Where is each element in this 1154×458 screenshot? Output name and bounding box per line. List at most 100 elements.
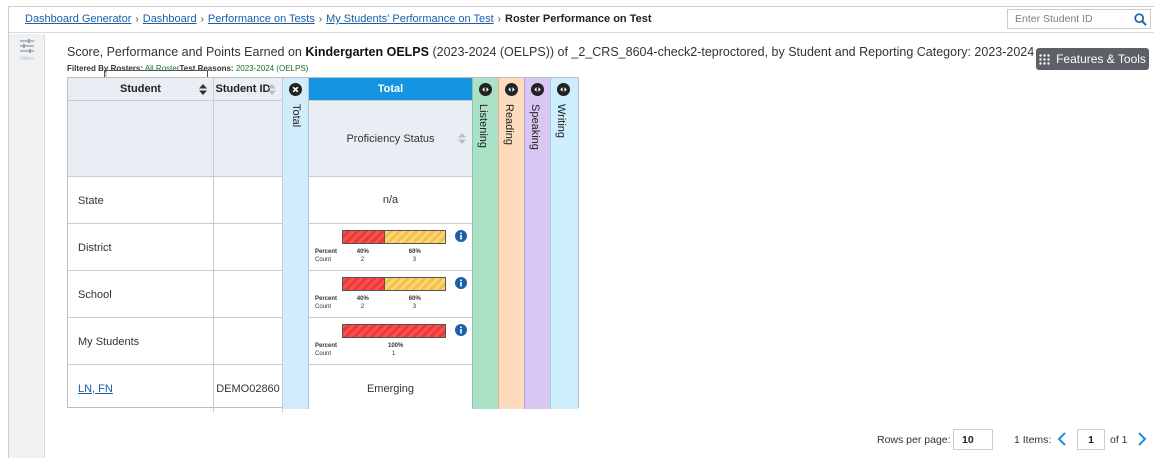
- features-tools-button[interactable]: Features & Tools: [1036, 48, 1149, 70]
- segment-percent: 40%: [356, 296, 369, 302]
- breadcrumb-dashboard-generator[interactable]: Dashboard Generator: [25, 13, 131, 25]
- proficiency-cell: Emerging: [309, 365, 472, 412]
- speaking-label: Speaking: [529, 104, 541, 150]
- row-student-id: [214, 318, 283, 365]
- bar-segment-level-1: [343, 231, 384, 243]
- filter-label: Filtered By: [67, 64, 109, 73]
- chevron-right-icon: ›: [318, 14, 323, 25]
- title-suffix: (2023-2024 (OELPS)) of _2_CRS_8604-check…: [428, 45, 1035, 59]
- rows-per-page-select[interactable]: 10: [953, 429, 993, 450]
- chevron-left-icon[interactable]: [1056, 431, 1068, 447]
- proficiency-status: Emerging: [366, 382, 415, 395]
- top-bar: Dashboard Generator › Dashboard › Performanc…: [9, 7, 1154, 33]
- segment-percent: 60%: [408, 296, 421, 302]
- expand-icon[interactable]: [557, 83, 570, 96]
- sort-icon[interactable]: [268, 84, 276, 95]
- proficiency-distribution-bar[interactable]: [342, 324, 446, 338]
- proficiency-cell: Percent Count 40% 2 60% 3: [309, 224, 472, 271]
- breadcrumb-my-students-performance[interactable]: My Students' Performance on Test: [326, 13, 494, 25]
- proficiency-distribution-bar[interactable]: [342, 277, 446, 291]
- proficiency-cell: n/a: [309, 177, 472, 224]
- table-row: State: [68, 177, 283, 224]
- column-writing: Writing: [550, 78, 578, 409]
- filters-button[interactable]: Filters: [13, 38, 41, 74]
- items-count: 1 Items:: [1014, 434, 1052, 446]
- breadcrumb: Dashboard Generator › Dashboard › Performanc…: [25, 13, 652, 25]
- chevron-right-icon[interactable]: [1136, 431, 1148, 447]
- listening-label: Listening: [477, 104, 489, 149]
- proficiency-status: n/a: [382, 194, 399, 206]
- info-icon[interactable]: [455, 324, 467, 336]
- bar-segment-level-1: [343, 325, 445, 337]
- bar-segment-level-2: [383, 278, 445, 290]
- column-header-total[interactable]: Total: [309, 78, 472, 101]
- segment-percent: 60%: [408, 249, 421, 255]
- filter-summary: Filtered By Rosters: All Roster | Test Rea…: [67, 64, 309, 84]
- row-name: State: [68, 177, 214, 224]
- segment-count: 2: [360, 257, 365, 263]
- expand-icon[interactable]: [479, 83, 492, 96]
- student-search: [1007, 9, 1151, 29]
- expand-icon[interactable]: [505, 83, 518, 96]
- row-name: My Students: [68, 318, 214, 365]
- sort-icon[interactable]: [458, 133, 466, 144]
- segment-count: 1: [392, 351, 396, 357]
- student-id-input[interactable]: [1008, 10, 1130, 28]
- chevron-right-icon: ›: [497, 14, 501, 25]
- breadcrumb-performance-on-tests[interactable]: Performance on Tests: [208, 13, 315, 25]
- filter-reasons-value: 2023-2024 (OELPS): [235, 64, 309, 73]
- filters-label: Filters: [20, 56, 34, 62]
- page-number-input[interactable]: 1: [1077, 429, 1105, 450]
- segment-count: 3: [412, 304, 417, 310]
- column-header-student-id[interactable]: Student ID: [214, 78, 283, 101]
- student-link[interactable]: LN, FN: [78, 383, 113, 395]
- breadcrumb-current: Roster Performance on Test: [505, 13, 652, 25]
- breadcrumb-dashboard[interactable]: Dashboard: [143, 13, 197, 25]
- chevron-right-icon: ›: [135, 14, 139, 25]
- percent-row-label: Percent: [315, 249, 338, 255]
- student-subheader: [68, 101, 214, 177]
- percent-row-label: Percent: [315, 343, 338, 349]
- chevron-right-icon: ›: [200, 14, 204, 25]
- row-name: School: [68, 271, 214, 318]
- sliders-icon: [20, 39, 34, 53]
- table-row: School: [68, 271, 283, 318]
- column-header-proficiency[interactable]: Proficiency Status: [309, 101, 472, 177]
- title-test-name: Kindergarten OELPS: [305, 45, 429, 59]
- writing-label: Writing: [555, 104, 567, 139]
- sort-icon[interactable]: [199, 84, 207, 95]
- segment-count: 3: [412, 257, 417, 263]
- grid-dots-icon: [1039, 53, 1050, 65]
- column-reading: Reading: [498, 78, 524, 409]
- student-id-subheader: [214, 101, 283, 177]
- segment-percent: 40%: [356, 249, 369, 255]
- row-student-id: [214, 177, 283, 224]
- proficiency-distribution-bar[interactable]: [342, 230, 446, 244]
- info-icon[interactable]: [455, 277, 467, 289]
- side-rail: Filters: [9, 34, 45, 458]
- expand-icon[interactable]: [531, 83, 544, 96]
- segment-count: 2: [360, 304, 365, 310]
- row-name: LN, FN: [68, 365, 214, 412]
- column-speaking: Speaking: [524, 78, 550, 409]
- total-vertical-label: Total: [290, 104, 302, 128]
- row-student-id: [214, 271, 283, 318]
- bar-segment-level-1: [343, 278, 384, 290]
- row-student-id: DEMO02860: [214, 365, 283, 412]
- app-frame: Dashboard Generator › Dashboard › Performanc…: [8, 6, 1154, 458]
- count-row-label: Count: [315, 304, 332, 310]
- page-total: of 1: [1110, 434, 1128, 446]
- info-icon[interactable]: [455, 230, 467, 242]
- table-row: LN, FN DEMO02860: [68, 365, 283, 412]
- column-header-student[interactable]: Student: [68, 78, 214, 101]
- search-button[interactable]: [1130, 10, 1150, 28]
- bar-segment-level-2: [383, 231, 445, 243]
- report-title: Score, Performance and Points Earned on …: [67, 45, 1034, 59]
- proficiency-header-label: Proficiency Status: [346, 132, 435, 145]
- title-prefix: Score, Performance and Points Earned on: [67, 45, 306, 59]
- collapse-icon[interactable]: [289, 83, 302, 96]
- table-row: District: [68, 224, 283, 271]
- percent-row-label: Percent: [315, 296, 338, 302]
- search-icon: [1133, 12, 1147, 26]
- roster-table: Student Student ID Total Total Proficien…: [67, 77, 579, 412]
